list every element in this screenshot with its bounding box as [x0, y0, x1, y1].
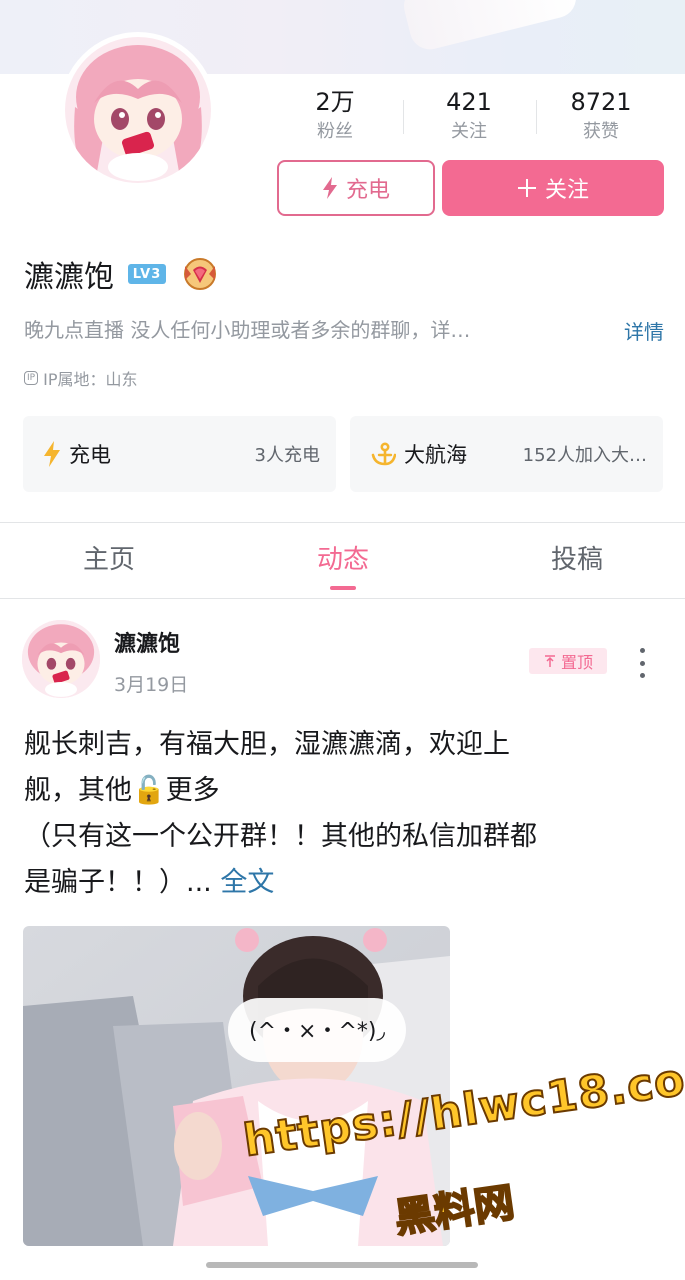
tab-uploads[interactable]: 投稿	[477, 538, 677, 582]
tab-dynamics[interactable]: 动态	[243, 538, 443, 582]
post-text-line: 舰，其他🔓更多	[24, 775, 220, 806]
profile-name-row: 瀌瀌饱 LV3	[24, 252, 220, 296]
follow-button-label: 关注	[544, 178, 589, 203]
signature-row: 晚九点直播 没人任何小助理或者多余的群聊，详… 详情	[24, 314, 664, 348]
section-divider	[0, 522, 685, 523]
banner-decoration	[399, 0, 581, 54]
post-text-line: 舰长刺吉，有福大胆，湿瀌瀌滴，欢迎上	[24, 729, 510, 760]
guard-medal-icon[interactable]	[180, 254, 220, 294]
avatar-illustration	[22, 620, 100, 698]
profile-avatar[interactable]	[60, 32, 216, 188]
charge-button-label: 充电	[345, 178, 390, 203]
following-label: 关注	[451, 121, 487, 142]
anchor-icon	[371, 442, 396, 466]
full-text-link[interactable]: 全文	[220, 867, 274, 898]
ip-location-text: IP属地：山东	[43, 370, 138, 389]
ip-location-row: IP IP属地：山东	[24, 366, 137, 390]
details-link[interactable]: 详情	[624, 316, 664, 345]
profile-stats: 2万 粉丝 421 关注 8721 获赞	[270, 86, 670, 150]
post-author-name[interactable]: 瀌瀌饱	[114, 626, 180, 658]
post-author-avatar[interactable]	[22, 620, 100, 698]
charge-card-info: 3人充电	[254, 445, 320, 466]
likes-stat[interactable]: 8721 获赞	[536, 86, 666, 146]
home-indicator[interactable]	[206, 1262, 478, 1268]
active-tab-indicator	[330, 586, 356, 590]
likes-count: 8721	[570, 88, 632, 116]
charge-card[interactable]: 充电 3人充电	[23, 416, 336, 492]
following-stat[interactable]: 421 关注	[404, 86, 534, 146]
avatar-illustration	[65, 37, 211, 183]
profile-name: 瀌瀌饱	[24, 260, 114, 295]
level-badge[interactable]: LV3	[128, 264, 166, 284]
fleet-card[interactable]: 大航海 152人加入大…	[350, 416, 663, 492]
likes-label: 获赞	[583, 121, 619, 142]
tabs-divider	[0, 598, 685, 599]
pin-icon	[544, 655, 555, 667]
follow-button[interactable]: 关注	[442, 160, 664, 216]
post-text-line: 是骗子！！）...	[24, 867, 212, 898]
lightning-icon	[44, 441, 60, 467]
post-body: 舰长刺吉，有福大胆，湿瀌瀌滴，欢迎上 舰，其他🔓更多 （只有这一个公开群！！其他…	[24, 722, 664, 906]
charge-button[interactable]: 充电	[277, 160, 435, 216]
pinned-label: 置顶	[560, 653, 593, 672]
fleet-card-info: 152人加入大…	[522, 445, 647, 466]
ip-icon: IP	[24, 371, 39, 385]
fans-count: 2万	[315, 88, 355, 116]
fleet-card-title: 大航海	[404, 443, 467, 467]
post-image[interactable]: (^・×・^*)◞	[23, 926, 450, 1246]
fans-label: 粉丝	[317, 121, 353, 142]
charge-card-title: 充电	[69, 443, 111, 467]
pinned-badge: 置顶	[529, 648, 607, 674]
post-date: 3月19日	[114, 674, 189, 696]
lightning-icon	[322, 177, 337, 199]
plus-icon	[517, 179, 536, 197]
tab-home[interactable]: 主页	[9, 538, 209, 582]
post-text-line: （只有这一个公开群！！其他的私信加群都	[24, 821, 537, 852]
more-options-icon[interactable]	[632, 646, 652, 680]
following-count: 421	[446, 88, 492, 116]
image-face-text: (^・×・^*)◞	[249, 1019, 385, 1044]
signature-text: 晚九点直播 没人任何小助理或者多余的群聊，详…	[24, 318, 471, 342]
post-photo: (^・×・^*)◞	[23, 926, 450, 1246]
fans-stat[interactable]: 2万 粉丝	[270, 86, 400, 146]
